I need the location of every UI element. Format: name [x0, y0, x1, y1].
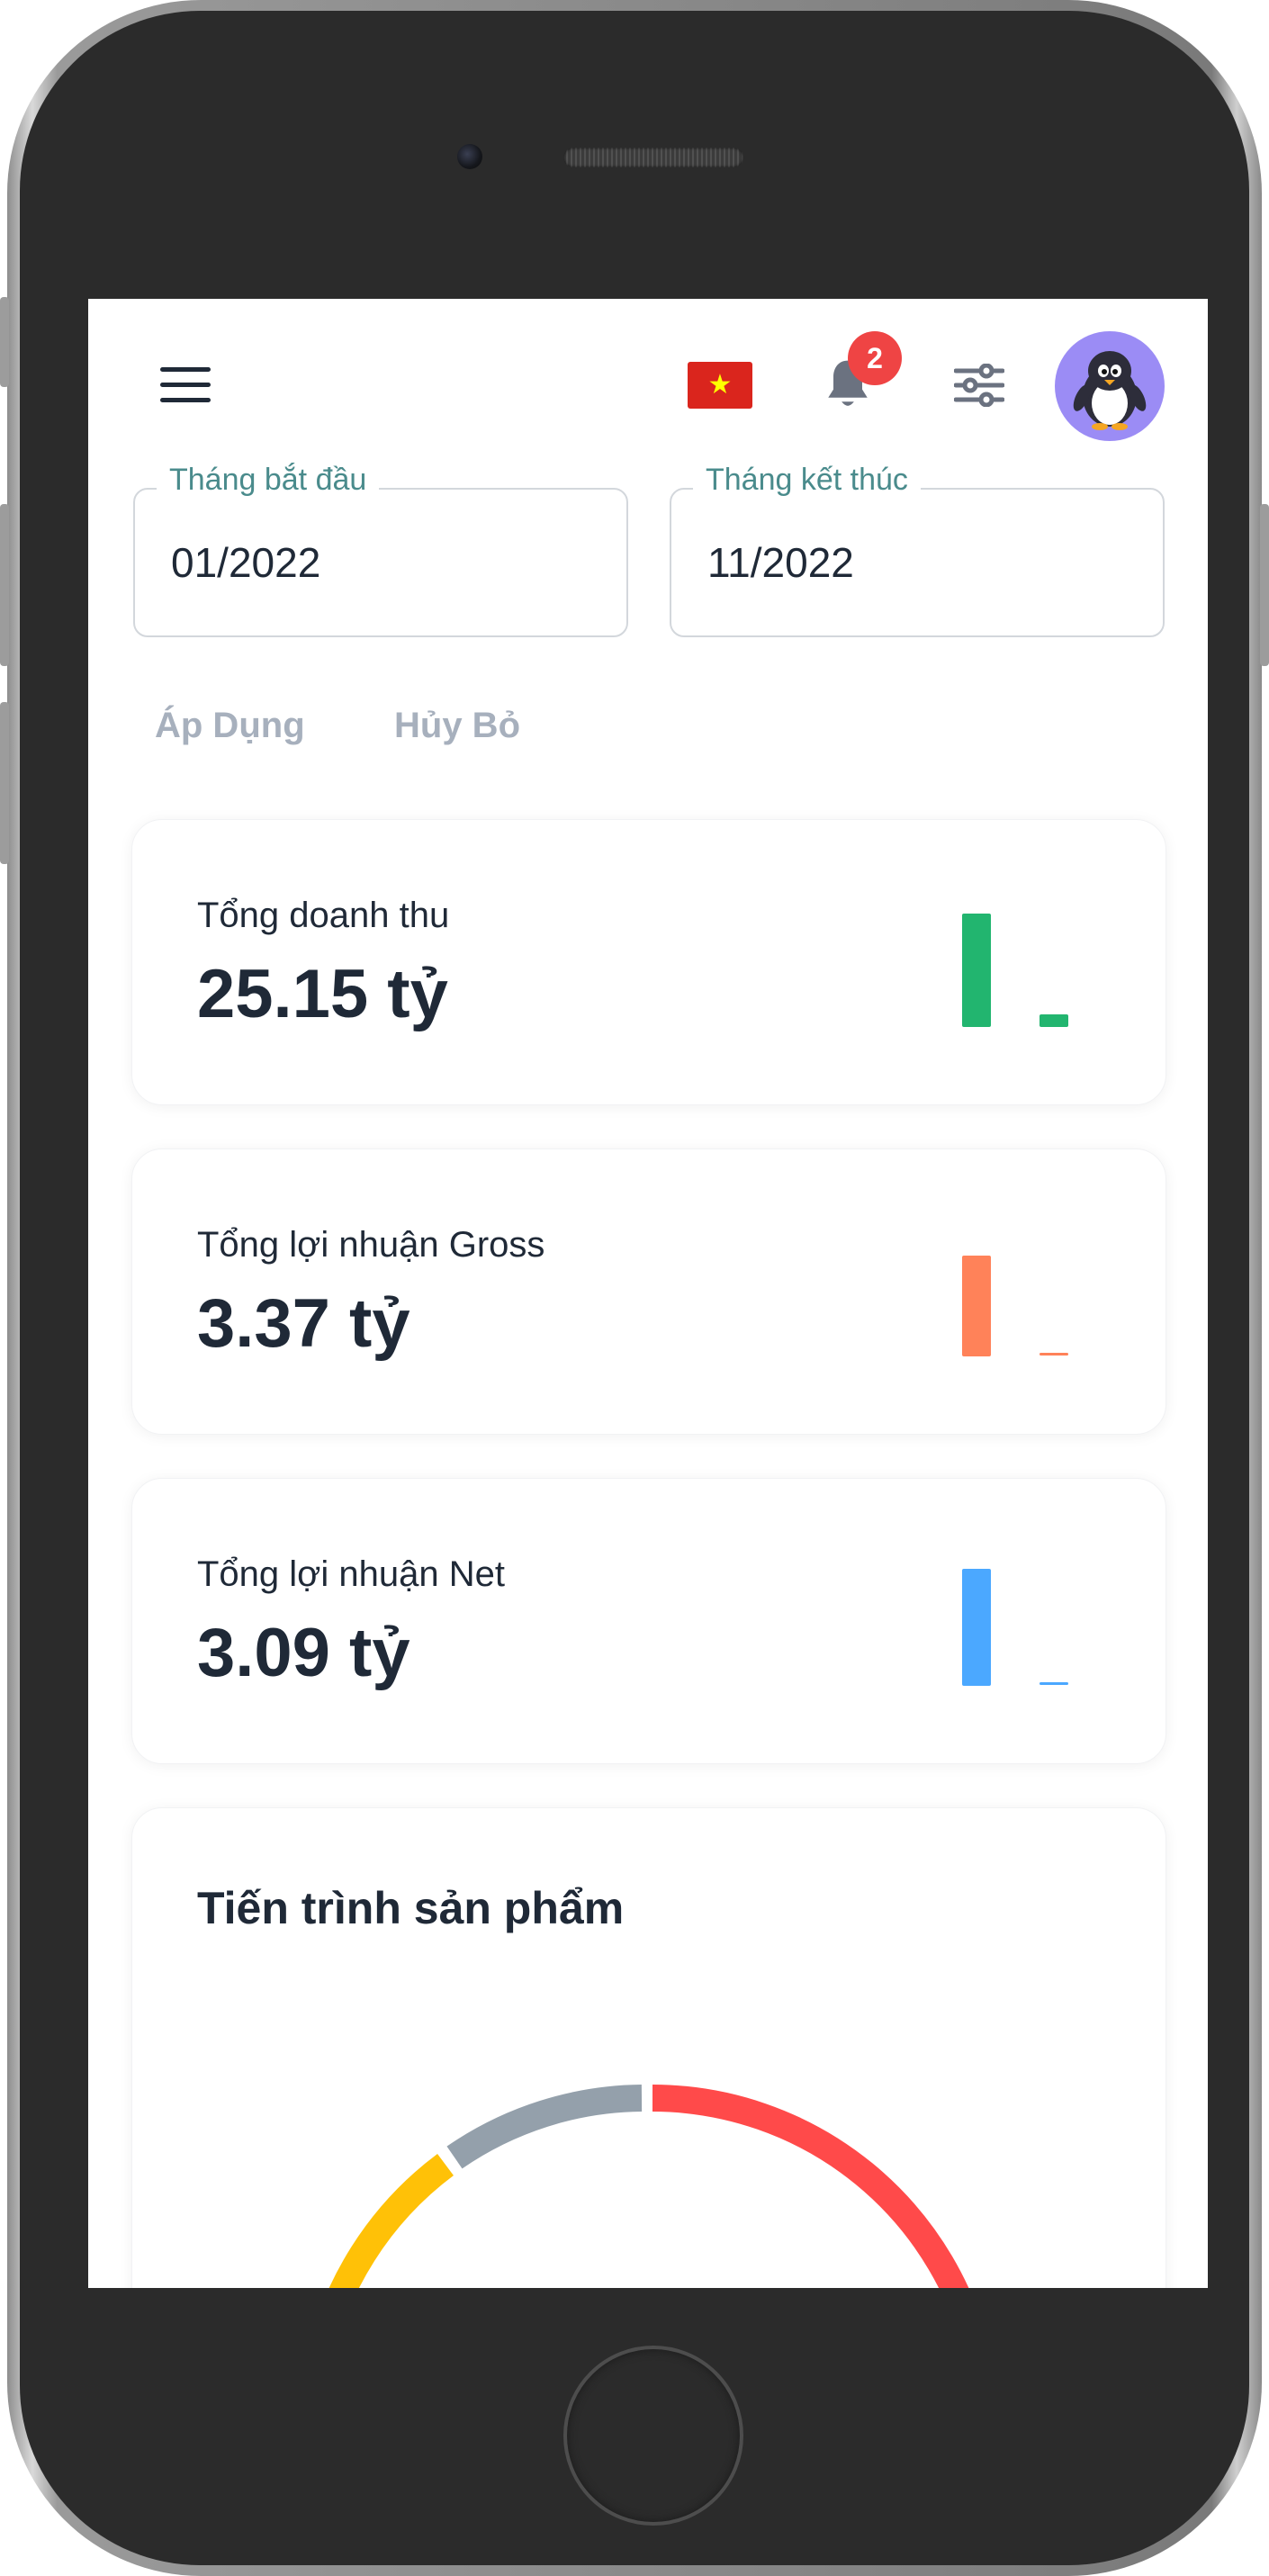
- home-button[interactable]: [563, 2346, 743, 2526]
- net-profit-bar-primary: [962, 1569, 991, 1686]
- net-profit-card[interactable]: Tổng lợi nhuận Net 3.09 tỷ: [131, 1478, 1166, 1764]
- start-month-value[interactable]: 01/2022: [171, 538, 320, 587]
- app-screen: ★ 2 Tháng bắt đầu 01/2022 Tháng kết thúc…: [88, 299, 1208, 2288]
- front-camera: [457, 144, 482, 169]
- revenue-title: Tổng doanh thu: [197, 896, 450, 935]
- volume-down-button: [0, 702, 9, 864]
- end-month-value[interactable]: 11/2022: [707, 538, 854, 587]
- revenue-bar-primary: [962, 914, 991, 1027]
- start-month-label: Tháng bắt đầu: [157, 463, 380, 498]
- revenue-bar-secondary: [1040, 1014, 1068, 1027]
- hamburger-menu-icon[interactable]: [160, 367, 211, 403]
- phone-body: ★ 2 Tháng bắt đầu 01/2022 Tháng kết thúc…: [20, 11, 1249, 2565]
- net-profit-title: Tổng lợi nhuận Net: [197, 1554, 505, 1594]
- apply-button[interactable]: Áp Dụng: [155, 706, 305, 746]
- phone-frame: ★ 2 Tháng bắt đầu 01/2022 Tháng kết thúc…: [0, 0, 1269, 2576]
- mute-switch: [0, 297, 9, 387]
- top-bar: ★ 2: [88, 299, 1208, 479]
- end-month-field[interactable]: Tháng kết thúc 11/2022: [670, 463, 1165, 637]
- net-profit-bar-secondary: [1040, 1682, 1068, 1685]
- user-avatar[interactable]: [1055, 331, 1165, 441]
- donut-segment-gray: [446, 2085, 643, 2169]
- gross-profit-bar-secondary: [1040, 1353, 1068, 1356]
- end-month-label: Tháng kết thúc: [693, 463, 921, 498]
- revenue-value: 25.15 tỷ: [197, 956, 448, 1032]
- gross-profit-card[interactable]: Tổng lợi nhuận Gross 3.37 tỷ: [131, 1148, 1166, 1435]
- gross-profit-value: 3.37 tỷ: [197, 1285, 410, 1362]
- progress-donut-chart: [328, 2085, 969, 2288]
- earpiece-speaker: [563, 148, 743, 167]
- gross-profit-title: Tổng lợi nhuận Gross: [197, 1225, 545, 1265]
- notification-badge: 2: [848, 331, 902, 385]
- gross-profit-bar-primary: [962, 1256, 991, 1356]
- volume-up-button: [0, 504, 9, 666]
- revenue-card[interactable]: Tổng doanh thu 25.15 tỷ: [131, 819, 1166, 1105]
- power-button: [1260, 504, 1269, 666]
- vietnam-flag-icon[interactable]: ★: [688, 362, 752, 409]
- cancel-button[interactable]: Hủy Bỏ: [394, 706, 520, 746]
- sliders-icon[interactable]: [954, 364, 1004, 407]
- penguin-icon: [1073, 351, 1147, 430]
- donut-segment-yellow: [328, 2153, 454, 2288]
- net-profit-value: 3.09 tỷ: [197, 1615, 410, 1691]
- start-month-field[interactable]: Tháng bắt đầu 01/2022: [133, 463, 628, 637]
- product-progress-card: Tiến trình sản phẩm: [131, 1807, 1166, 2288]
- donut-segment-red: [652, 2085, 969, 2288]
